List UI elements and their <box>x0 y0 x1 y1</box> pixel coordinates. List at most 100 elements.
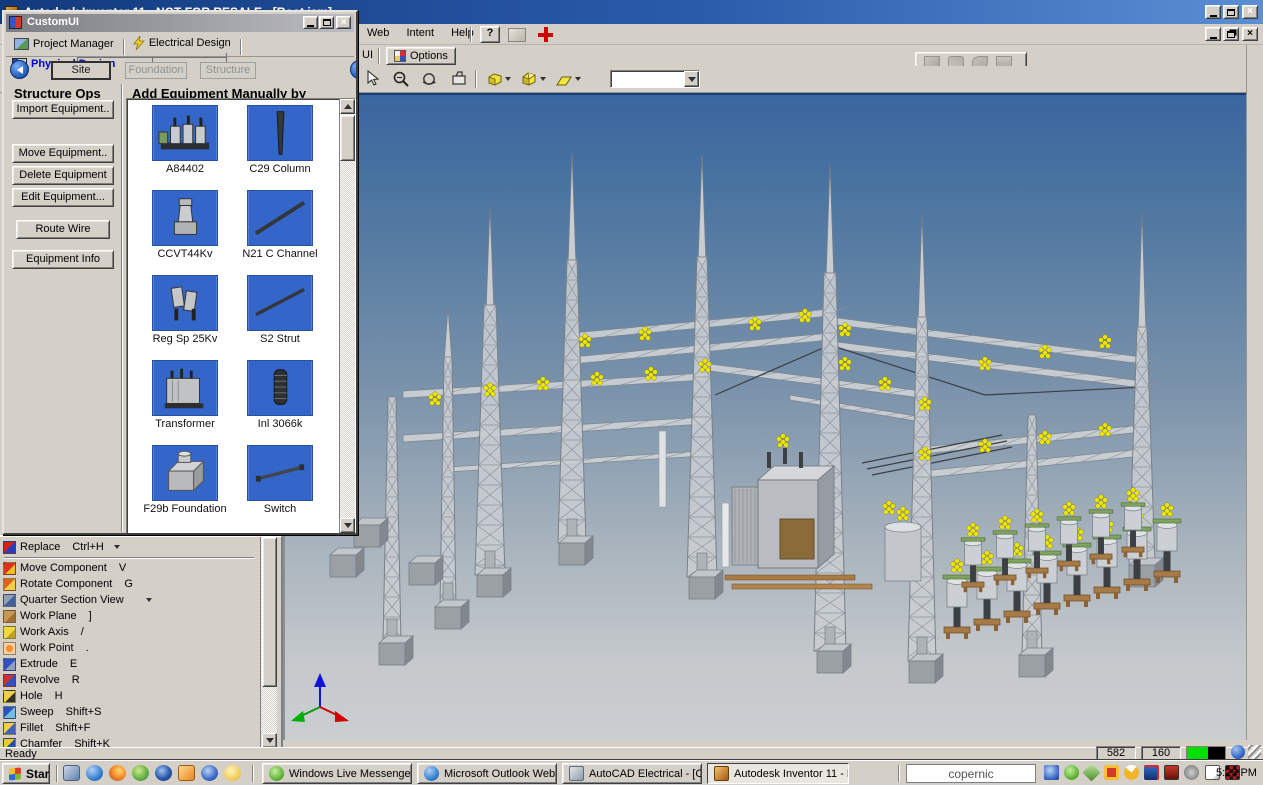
start-button[interactable]: Start <box>2 763 50 784</box>
tray-update-icon[interactable] <box>1104 765 1119 780</box>
orbit-tool-icon[interactable] <box>418 69 440 89</box>
phase-site-button[interactable]: Site <box>52 62 110 79</box>
menu-intent[interactable]: Intent <box>399 25 441 41</box>
equipment-info-button[interactable]: Equipment Info <box>12 250 114 269</box>
media-player-icon[interactable] <box>155 765 172 781</box>
panel-item-hole[interactable]: HoleH <box>0 688 258 704</box>
dropdown-arrow-icon[interactable] <box>114 545 120 549</box>
outlook-icon[interactable] <box>178 765 195 781</box>
app-close-button[interactable]: × <box>1242 5 1258 19</box>
equipment-item-inl-3066k[interactable]: Inl 3066k <box>235 360 325 430</box>
menu-web[interactable]: Web <box>360 25 396 41</box>
messenger-clock-icon[interactable] <box>224 765 241 781</box>
camera-view-icon[interactable] <box>518 69 540 89</box>
tray-display-error-icon[interactable] <box>1144 765 1159 780</box>
tray-antivirus-icon[interactable] <box>1083 763 1101 781</box>
select-tool-icon[interactable] <box>362 69 384 89</box>
panel-item-revolve[interactable]: RevolveR <box>0 672 258 688</box>
tab-electrical-design[interactable]: Electrical Design <box>127 33 237 53</box>
doc-close-button[interactable]: × <box>1242 27 1258 41</box>
equipment-scroll-thumb[interactable] <box>340 115 355 161</box>
status-web-icon[interactable] <box>1231 745 1245 759</box>
combo-dropdown-icon[interactable] <box>684 71 699 87</box>
dropdown-arrow-icon[interactable] <box>146 598 152 602</box>
panel-bar-scrollbar[interactable] <box>260 537 277 747</box>
help-icon[interactable]: ? <box>480 26 500 43</box>
nav-forward-button[interactable] <box>350 60 358 79</box>
app-maximize-button[interactable] <box>1223 5 1239 19</box>
panel-item-sweep[interactable]: SweepShift+S <box>0 704 258 720</box>
equipment-scroll-down-icon[interactable] <box>340 518 355 533</box>
panel-scroll-down-icon[interactable] <box>262 733 277 747</box>
equipment-item-s2-strut[interactable]: S2 Strut <box>235 275 325 345</box>
panel-item-work-axis[interactable]: Work Axis/ <box>0 624 258 640</box>
tray-network-icon[interactable] <box>1044 765 1059 780</box>
menu-help[interactable]: Help <box>444 25 481 41</box>
resize-grip[interactable] <box>1248 745 1261 759</box>
internet-explorer-icon[interactable] <box>86 765 103 781</box>
task-autodesk-inventor[interactable]: Autodesk Inventor 11 - N... <box>707 763 849 784</box>
tray-power-icon[interactable] <box>1184 765 1199 780</box>
app-minimize-button[interactable] <box>1205 5 1221 19</box>
shaded-dropdown-icon[interactable] <box>505 77 511 81</box>
firefox-icon[interactable] <box>109 765 126 781</box>
equipment-item-n21-c-channel[interactable]: N21 C Channel <box>235 190 325 260</box>
equipment-item-c29-column[interactable]: C29 Column <box>235 105 325 175</box>
equipment-scrollbar[interactable] <box>339 99 355 533</box>
equipment-item-reg-sp-25kv[interactable]: Reg Sp 25Kv <box>140 275 230 345</box>
show-desktop-icon[interactable] <box>63 765 80 781</box>
route-wire-button[interactable]: Route Wire <box>16 220 110 239</box>
3d-viewport[interactable] <box>283 93 1246 740</box>
phase-foundation-button[interactable]: Foundation <box>125 62 187 79</box>
equipment-item-ccvt44kv[interactable]: CCVT44Kv <box>140 190 230 260</box>
view-combo-box[interactable] <box>610 70 700 88</box>
doc-restore-button[interactable] <box>1223 27 1239 41</box>
dialog-maximize-button[interactable] <box>319 16 334 29</box>
tab-project-manager[interactable]: Project Manager <box>8 35 120 53</box>
sharepoint-icon[interactable] <box>201 765 218 781</box>
phase-structure-button[interactable]: Structure <box>200 62 256 79</box>
panel-item-extrude[interactable]: ExtrudeE <box>0 656 258 672</box>
import-equipment-button[interactable]: Import Equipment.. <box>12 100 114 119</box>
sketch-plane-icon[interactable] <box>552 71 574 91</box>
pan-tool-icon[interactable] <box>448 69 470 89</box>
tray-monitor-icon[interactable] <box>1164 765 1179 780</box>
panel-scroll-thumb[interactable] <box>262 537 277 687</box>
whats-this-icon[interactable] <box>508 28 526 42</box>
panel-item-rotate-component[interactable]: Rotate ComponentG <box>0 576 258 592</box>
camera-dropdown-icon[interactable] <box>540 77 546 81</box>
panel-item-replace[interactable]: ReplaceCtrl+H <box>0 539 258 555</box>
move-equipment-button[interactable]: Move Equipment.. <box>12 144 114 163</box>
sketch-dropdown-icon[interactable] <box>575 77 581 81</box>
equipment-item-transformer[interactable]: Transformer <box>140 360 230 430</box>
equipment-item-a84402[interactable]: A84402 <box>140 105 230 175</box>
tray-copernic-icon[interactable] <box>1124 765 1139 780</box>
panel-item-move-component[interactable]: Move ComponentV <box>0 560 258 576</box>
msn-explorer-icon[interactable] <box>132 765 149 781</box>
equipment-scroll-up-icon[interactable] <box>340 99 355 114</box>
task-autocad-electrical[interactable]: AutoCAD Electrical - [C:\... <box>562 763 702 784</box>
panel-item-work-point[interactable]: Work Point. <box>0 640 258 656</box>
dialog-title-bar[interactable]: CustomUI × <box>6 14 354 32</box>
options-button[interactable]: Options <box>386 47 456 65</box>
edit-equipment-button[interactable]: Edit Equipment... <box>12 188 114 207</box>
panel-item-work-plane[interactable]: Work Plane] <box>0 608 258 624</box>
delete-equipment-button[interactable]: Delete Equipment <box>12 166 114 185</box>
customui-toolbar-button[interactable]: UI <box>358 48 377 62</box>
equipment-item-switch[interactable]: Switch <box>235 445 325 515</box>
copernic-search-input[interactable] <box>906 764 1036 783</box>
task-windows-live-messenger[interactable]: Windows Live Messenger <box>262 763 412 784</box>
red-cross-icon[interactable] <box>538 27 553 42</box>
dialog-close-button[interactable]: × <box>336 16 351 29</box>
equipment-item-f29b-foundation[interactable]: F29b Foundation <box>140 445 230 515</box>
task-outlook-web[interactable]: Microsoft Outlook Web A... <box>417 763 557 784</box>
shaded-display-icon[interactable] <box>484 69 506 89</box>
nav-back-button[interactable] <box>10 60 29 79</box>
tray-messenger-icon[interactable] <box>1064 765 1079 780</box>
zoom-tool-icon[interactable] <box>390 69 412 89</box>
panel-item-fillet[interactable]: FilletShift+F <box>0 720 258 736</box>
dialog-minimize-button[interactable] <box>303 16 318 29</box>
doc-minimize-button[interactable] <box>1205 27 1221 41</box>
panel-item-quarter-section-view[interactable]: Quarter Section View <box>0 592 258 608</box>
panel-item-chamfer[interactable]: ChamferShift+K <box>0 736 258 747</box>
